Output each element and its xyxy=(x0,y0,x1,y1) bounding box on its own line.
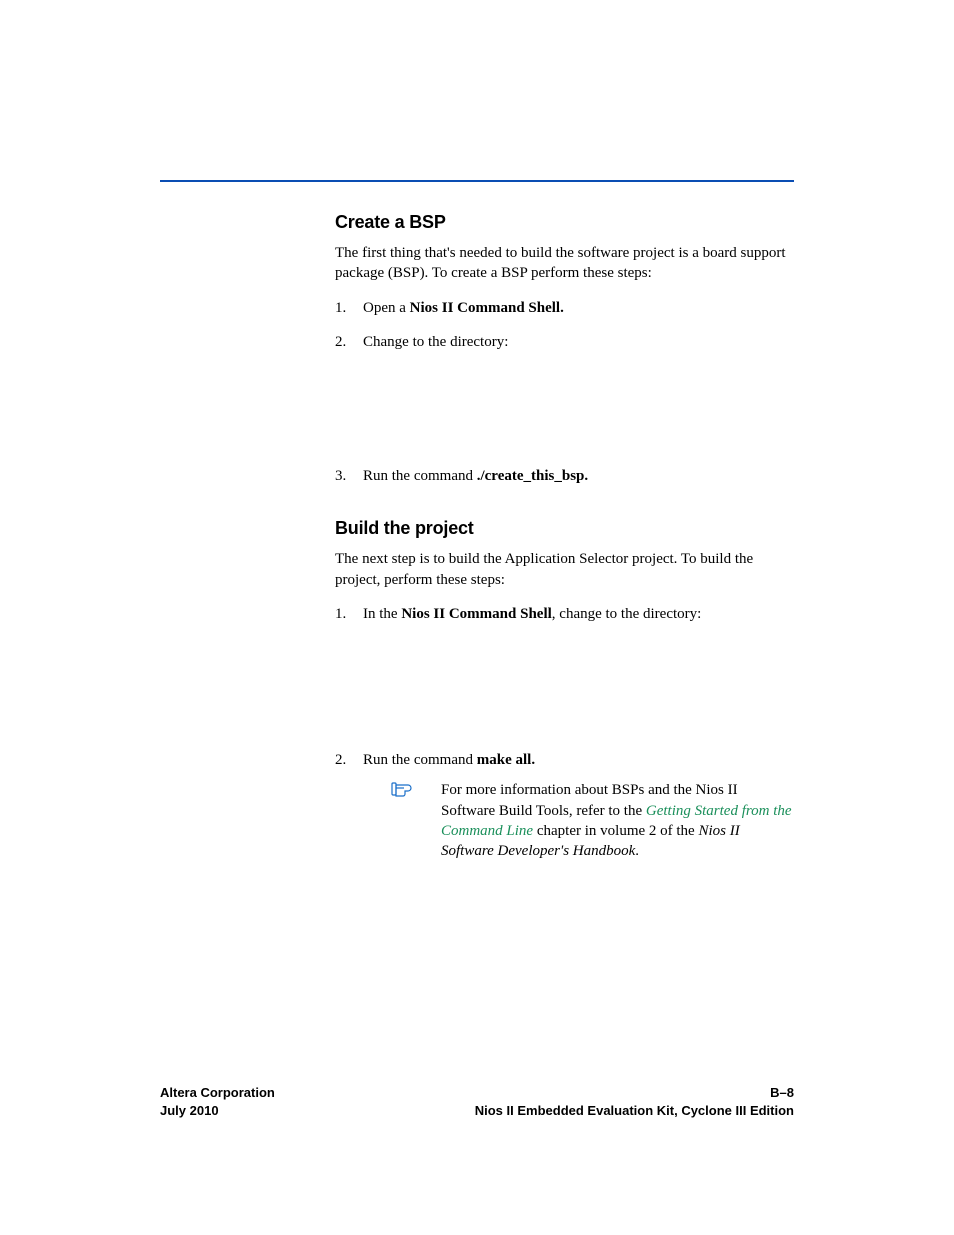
steps-create-bsp: Open a Nios II Command Shell. Change to … xyxy=(335,298,794,487)
step-1-text: Open a xyxy=(363,300,410,316)
step-2-gap xyxy=(363,352,794,452)
build-step-2: Run the command make all. For more infor… xyxy=(335,750,794,861)
heading-create-bsp: Create a BSP xyxy=(335,212,794,233)
build-step-1: In the Nios II Command Shell, change to … xyxy=(335,604,794,736)
heading-build-project: Build the project xyxy=(335,518,794,539)
build-step-1-post: , change to the directory: xyxy=(552,606,702,622)
step-1-bold: Nios II Command Shell. xyxy=(410,300,564,316)
footer-date: July 2010 xyxy=(160,1102,275,1120)
note-block: For more information about BSPs and the … xyxy=(391,780,794,861)
build-step-1-bold: Nios II Command Shell xyxy=(401,606,551,622)
steps-build-project: In the Nios II Command Shell, change to … xyxy=(335,604,794,862)
step-3-bold: ./create_this_bsp. xyxy=(477,468,588,484)
step-2: Change to the directory: xyxy=(335,332,794,452)
page-footer: Altera Corporation July 2010 B–8 Nios II… xyxy=(160,1084,794,1120)
build-step-1-gap xyxy=(363,624,794,736)
intro-create-bsp: The first thing that's needed to build t… xyxy=(335,243,794,284)
step-1: Open a Nios II Command Shell. xyxy=(335,298,794,318)
note-t3: . xyxy=(635,843,639,859)
footer-doc-title: Nios II Embedded Evaluation Kit, Cyclone… xyxy=(475,1102,794,1120)
footer-left: Altera Corporation July 2010 xyxy=(160,1084,275,1120)
footer-company: Altera Corporation xyxy=(160,1084,275,1102)
build-step-2-pre: Run the command xyxy=(363,752,477,768)
intro-build-project: The next step is to build the Applicatio… xyxy=(335,549,794,590)
build-step-2-bold: make all. xyxy=(477,752,535,768)
footer-page-number: B–8 xyxy=(475,1084,794,1102)
footer-right: B–8 Nios II Embedded Evaluation Kit, Cyc… xyxy=(475,1084,794,1120)
note-t2: chapter in volume 2 of the xyxy=(533,823,698,839)
step-3: Run the command ./create_this_bsp. xyxy=(335,466,794,486)
page-content: Create a BSP The first thing that's need… xyxy=(160,180,794,875)
note-text: For more information about BSPs and the … xyxy=(441,780,794,861)
hand-point-icon xyxy=(391,780,441,861)
build-step-1-pre: In the xyxy=(363,606,401,622)
step-3-text: Run the command xyxy=(363,468,477,484)
step-2-text: Change to the directory: xyxy=(363,334,508,350)
